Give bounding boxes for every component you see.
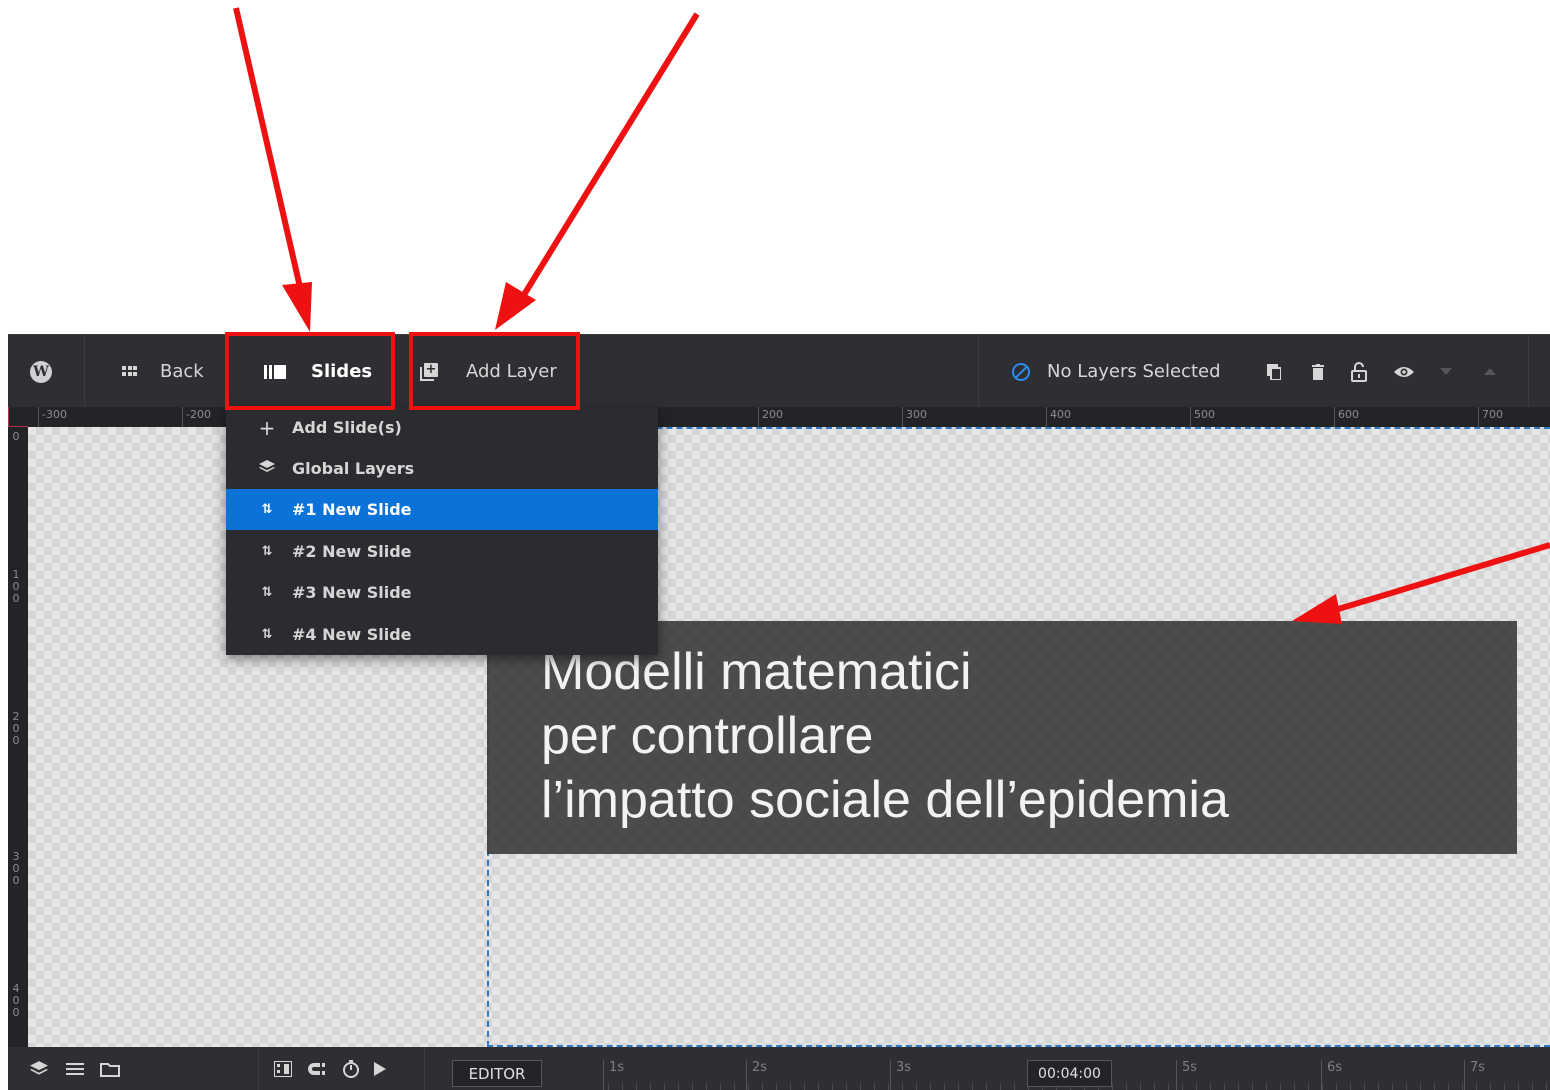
visibility-eye-icon[interactable] — [1392, 335, 1416, 408]
layer-text-line-3: l’impatto sociale dell’epidemia — [541, 771, 1229, 829]
ruler-label: -300 — [38, 407, 67, 427]
ruler-corner — [8, 407, 28, 427]
text-layer[interactable]: Modelli matematici per controllare l’imp… — [487, 621, 1517, 854]
menu-item-slide-4[interactable]: ⇅ #4 New Slide — [226, 614, 658, 655]
timeline-bar: EDITOR 1s 2s 3s 00:04:00 5s 6s 7s — [8, 1047, 1550, 1090]
play-icon[interactable] — [374, 1047, 386, 1090]
toolbar-divider — [84, 335, 85, 408]
toolbar-divider — [978, 335, 979, 408]
ruler-label: 400 — [1046, 407, 1071, 427]
timeline-tick: 5s — [1176, 1060, 1197, 1090]
sort-icon: ⇅ — [261, 544, 273, 559]
ruler-label: 1 0 0 — [12, 568, 20, 605]
vertical-ruler: 0 1 0 0 2 0 0 3 0 0 4 0 0 — [8, 427, 28, 1047]
stopwatch-icon[interactable] — [342, 1047, 360, 1090]
menu-item-slide-3[interactable]: ⇅ #3 New Slide — [226, 572, 658, 613]
editor-mode-button[interactable]: EDITOR — [452, 1060, 542, 1087]
toolbar-divider — [1528, 335, 1529, 408]
timeline-time-display[interactable]: 00:04:00 — [1027, 1060, 1112, 1087]
wordpress-logo-button[interactable]: W — [30, 335, 52, 408]
wordpress-icon: W — [30, 360, 52, 383]
magnet-icon[interactable] — [308, 1047, 326, 1090]
menu-item-add-slide[interactable]: + Add Slide(s) — [226, 407, 658, 448]
menu-item-label: #3 New Slide — [292, 583, 412, 602]
menu-item-label: #2 New Slide — [292, 542, 412, 561]
grid-layout-icon[interactable] — [274, 1047, 292, 1090]
back-label: Back — [160, 361, 204, 382]
menu-item-label: Global Layers — [292, 459, 415, 478]
menu-item-global-layers[interactable]: Global Layers — [226, 448, 658, 489]
ruler-label: 500 — [1190, 407, 1215, 427]
layer-text-line-2: per controllare — [541, 707, 874, 765]
sort-icon: ⇅ — [261, 502, 273, 517]
list-icon[interactable] — [66, 1047, 84, 1090]
ban-icon — [1012, 362, 1030, 381]
timeline-tick: 2s — [746, 1060, 767, 1090]
plus-icon: + — [258, 415, 276, 440]
ruler-label: -200 — [182, 407, 211, 427]
layer-selection-status: No Layers Selected — [1012, 335, 1221, 408]
slides-dropdown-menu: + Add Slide(s) Global Layers ⇅ #1 New Sl… — [226, 407, 658, 655]
timeline-tick: 3s — [890, 1060, 911, 1090]
move-up-icon[interactable] — [1480, 335, 1500, 408]
toolbar-divider — [424, 1047, 425, 1090]
layers-icon — [257, 459, 277, 478]
menu-item-label: #4 New Slide — [292, 625, 412, 644]
slides-highlight-box — [225, 332, 395, 410]
ruler-label: 4 0 0 — [12, 982, 20, 1019]
menu-item-label: Add Slide(s) — [292, 418, 402, 437]
menu-item-slide-1[interactable]: ⇅ #1 New Slide — [226, 489, 658, 530]
sort-icon: ⇅ — [261, 585, 273, 600]
menu-item-slide-2[interactable]: ⇅ #2 New Slide — [226, 531, 658, 572]
ruler-label: 2 0 0 — [12, 710, 20, 747]
timeline-tick: 1s — [603, 1060, 624, 1090]
toolbar-divider — [258, 1047, 259, 1090]
layers-icon[interactable] — [30, 1047, 48, 1090]
back-button[interactable]: Back — [122, 335, 204, 408]
timeline-tick: 7s — [1464, 1060, 1485, 1090]
add-layer-highlight-box — [409, 332, 580, 410]
sort-icon: ⇅ — [261, 627, 273, 642]
ruler-label: 300 — [902, 407, 927, 427]
ruler-label: 3 0 0 — [12, 850, 20, 887]
top-blank-area — [0, 0, 1550, 334]
ruler-label: 600 — [1334, 407, 1359, 427]
no-layers-label: No Layers Selected — [1047, 361, 1221, 382]
timeline-tick: 6s — [1321, 1060, 1342, 1090]
menu-item-label: #1 New Slide — [292, 500, 412, 519]
ruler-label: 700 — [1478, 407, 1503, 427]
trash-icon[interactable] — [1308, 335, 1328, 408]
editor-screenshot: W Back Slides + Add Layer No Layers Sele… — [0, 0, 1550, 1090]
move-down-icon[interactable] — [1436, 335, 1456, 408]
duplicate-icon[interactable] — [1264, 335, 1284, 408]
grid-icon — [122, 366, 137, 377]
ruler-label: 200 — [758, 407, 783, 427]
ruler-label: 0 — [12, 430, 20, 443]
folder-icon[interactable] — [100, 1047, 120, 1090]
unlock-icon[interactable] — [1348, 335, 1370, 408]
